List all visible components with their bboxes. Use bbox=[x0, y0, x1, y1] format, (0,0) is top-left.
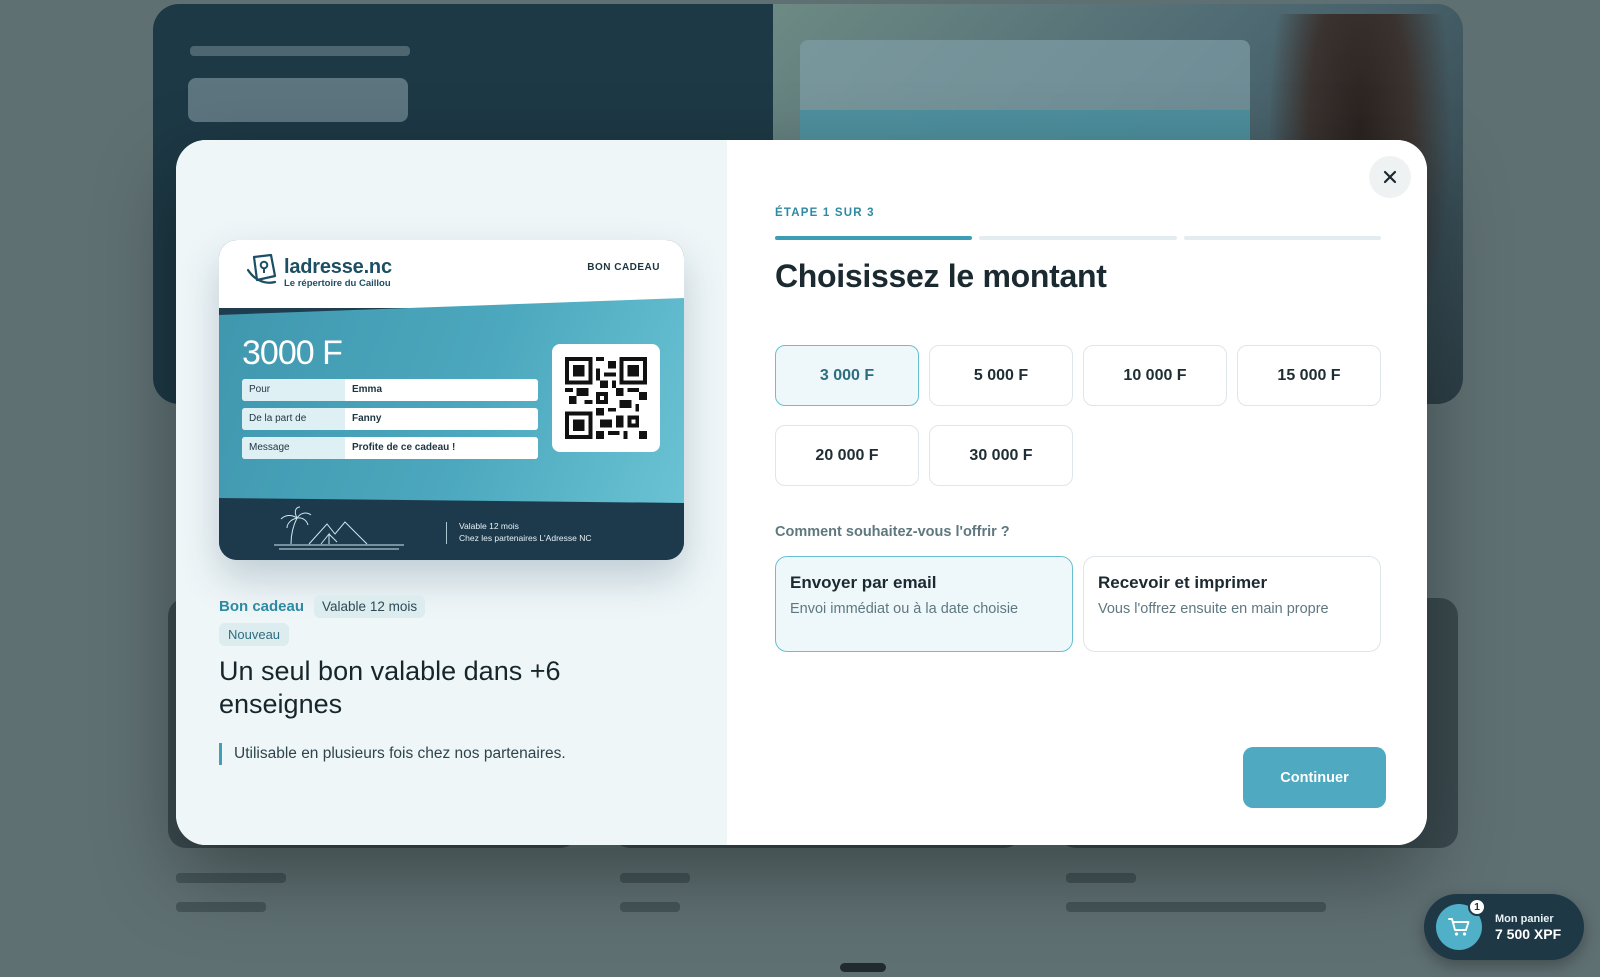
step-title: Choisissez le montant bbox=[775, 258, 1107, 294]
cart-button[interactable]: 1 Mon panier 7 500 XPF bbox=[1424, 894, 1584, 960]
continue-button[interactable]: Continuer bbox=[1243, 747, 1386, 808]
background-text bbox=[1066, 902, 1326, 912]
close-button[interactable] bbox=[1369, 156, 1411, 198]
card-field-key: Pour bbox=[242, 379, 345, 401]
gift-card-preview-panel: ladresse.nc Le répertoire du Caillou BON… bbox=[176, 140, 727, 845]
card-field-value: Fanny bbox=[352, 413, 382, 424]
divider bbox=[446, 522, 447, 544]
step-progress bbox=[775, 236, 1381, 240]
island-illustration bbox=[274, 506, 404, 550]
option-subtitle: Vous l'offrez ensuite en main propre bbox=[1098, 601, 1329, 617]
card-amount: 3000 F bbox=[242, 334, 343, 372]
card-field-key: Message bbox=[242, 437, 345, 459]
scroll-handle[interactable] bbox=[840, 963, 886, 972]
cart-label: Mon panier bbox=[1495, 912, 1554, 925]
cart-total: 7 500 XPF bbox=[1495, 925, 1562, 942]
close-icon bbox=[1383, 170, 1397, 184]
product-title: Un seul bon valable dans +6 enseignes bbox=[219, 656, 561, 719]
amount-option[interactable]: 10 000 F bbox=[1083, 345, 1227, 406]
gift-card-modal: ladresse.nc Le répertoire du Caillou BON… bbox=[176, 140, 1427, 845]
card-field-key: De la part de bbox=[242, 408, 345, 430]
delivery-option-email[interactable]: Envoyer par email Envoi immédiat ou à la… bbox=[775, 556, 1073, 652]
amount-option[interactable]: 3 000 F bbox=[775, 345, 919, 406]
background-hero-title bbox=[188, 78, 408, 122]
cart-icon bbox=[1448, 918, 1470, 936]
card-partners: Chez les partenaires L'Adresse NC bbox=[459, 533, 592, 543]
progress-segment bbox=[1183, 236, 1381, 240]
logo-icon bbox=[246, 253, 277, 284]
step-panel: ÉTAPE 1 SUR 3 Choisissez le montant 3 00… bbox=[727, 140, 1427, 845]
background-text bbox=[1066, 873, 1136, 883]
delivery-option-print[interactable]: Recevoir et imprimer Vous l'offrez ensui… bbox=[1083, 556, 1381, 652]
progress-segment bbox=[775, 236, 973, 240]
background-text bbox=[176, 873, 286, 883]
background-text bbox=[176, 902, 266, 912]
new-badge: Nouveau bbox=[219, 623, 290, 646]
amount-option[interactable]: 20 000 F bbox=[775, 425, 919, 486]
option-title: Envoyer par email bbox=[790, 573, 937, 592]
option-subtitle: Envoi immédiat ou à la date choisie bbox=[790, 601, 1019, 617]
card-field-sender: De la part de Fanny bbox=[242, 408, 538, 430]
option-title: Recevoir et imprimer bbox=[1098, 573, 1268, 592]
card-validity: Valable 12 mois bbox=[459, 521, 519, 531]
gift-card-preview: ladresse.nc Le répertoire du Caillou BON… bbox=[219, 240, 684, 560]
card-field-value: Emma bbox=[352, 384, 383, 395]
amount-option[interactable]: 15 000 F bbox=[1237, 345, 1381, 406]
card-field-value: Profite de ce cadeau ! bbox=[352, 442, 456, 453]
brand-tagline: Le répertoire du Caillou bbox=[284, 278, 391, 289]
qr-code bbox=[552, 344, 660, 452]
card-label: BON CADEAU bbox=[587, 262, 660, 273]
delivery-options: Envoyer par email Envoi immédiat ou à la… bbox=[775, 556, 1381, 652]
cart-summary: Mon panier 7 500 XPF bbox=[1495, 913, 1561, 942]
product-kind: Bon cadeau bbox=[219, 598, 305, 615]
amount-options: 3 000 F 5 000 F 10 000 F 15 000 F 20 000… bbox=[775, 345, 1381, 486]
step-indicator: ÉTAPE 1 SUR 3 bbox=[775, 207, 875, 219]
validity-badge: Valable 12 mois bbox=[314, 595, 426, 618]
delivery-question: Comment souhaitez-vous l'offrir ? bbox=[775, 524, 1010, 540]
background-text bbox=[620, 902, 680, 912]
product-description: Utilisable en plusieurs fois chez nos pa… bbox=[219, 743, 566, 765]
background-text bbox=[620, 873, 690, 883]
cart-count-badge: 1 bbox=[1468, 898, 1486, 916]
cart-icon-wrapper: 1 bbox=[1436, 898, 1486, 950]
amount-option[interactable]: 5 000 F bbox=[929, 345, 1073, 406]
brand-name: ladresse.nc bbox=[284, 256, 392, 278]
progress-segment bbox=[979, 236, 1177, 240]
background-hero-strip bbox=[800, 110, 1250, 140]
card-field-message: Message Profite de ce cadeau ! bbox=[242, 437, 538, 459]
card-field-recipient: Pour Emma bbox=[242, 379, 538, 401]
amount-option[interactable]: 30 000 F bbox=[929, 425, 1073, 486]
product-meta: Bon cadeau Valable 12 mois bbox=[219, 595, 426, 618]
background-hero-kicker bbox=[190, 46, 410, 56]
